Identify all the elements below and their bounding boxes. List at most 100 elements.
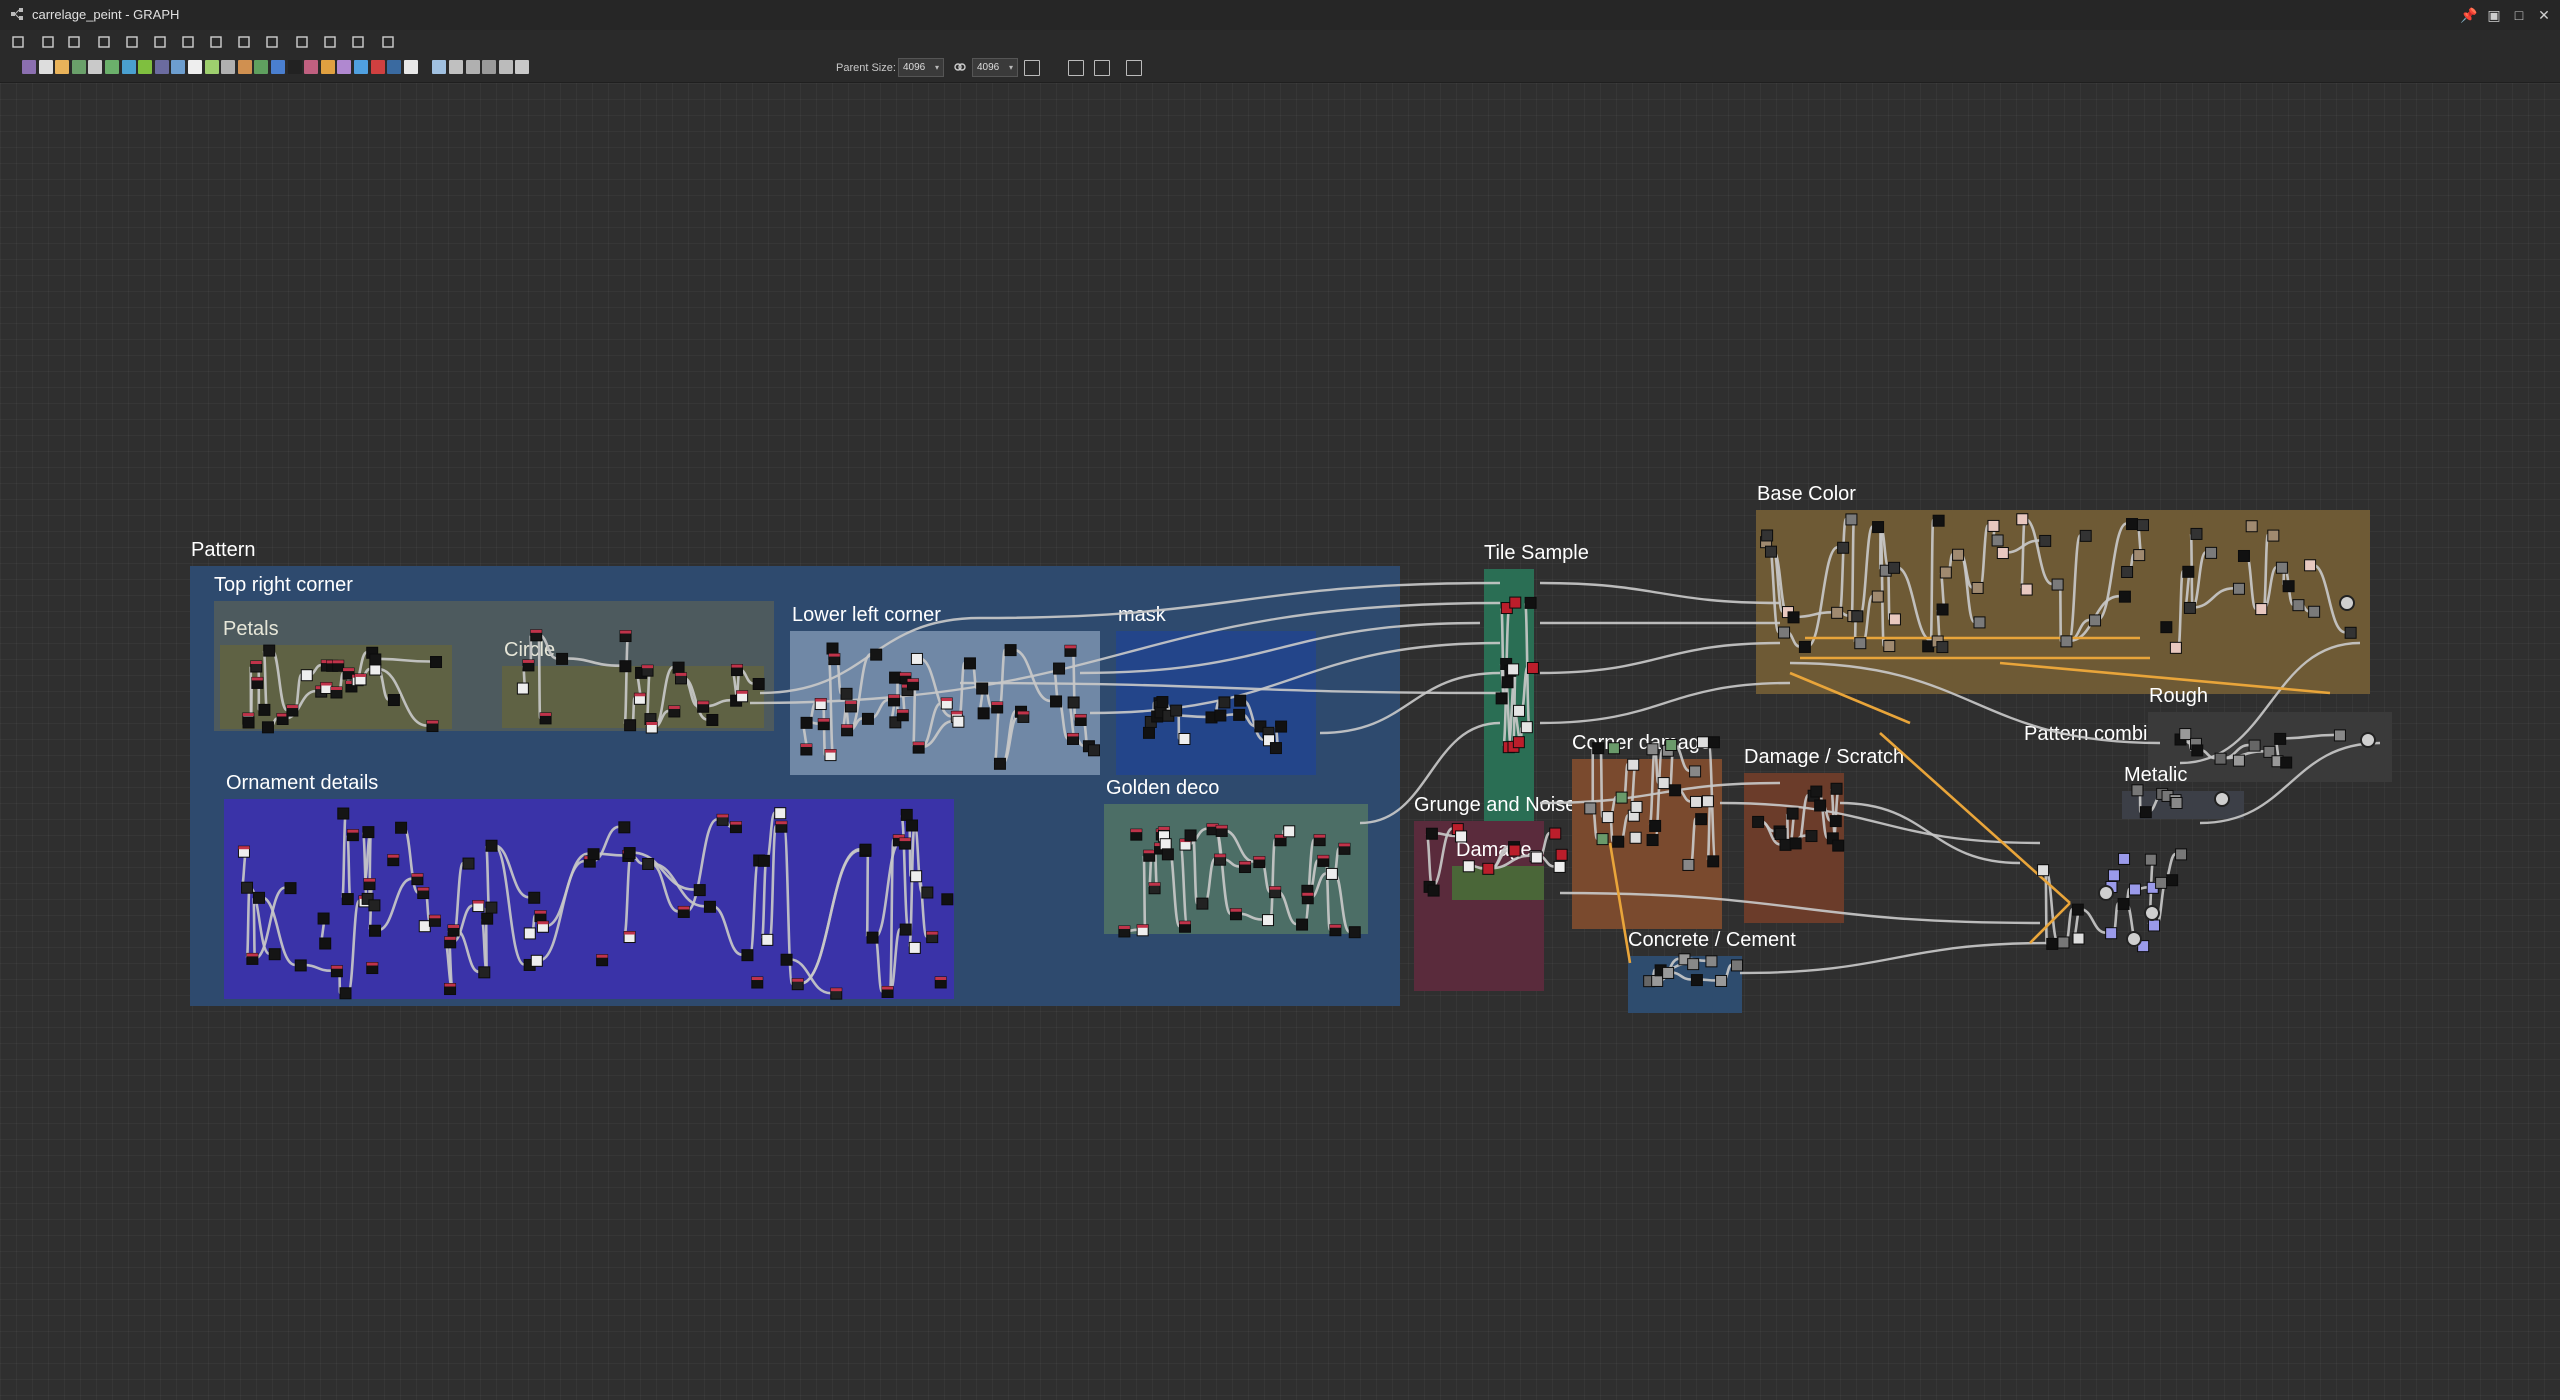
graph-node[interactable] [2280, 756, 2293, 769]
node-link[interactable] [1806, 545, 1839, 648]
node-link[interactable] [979, 581, 1501, 620]
graph-node[interactable] [430, 656, 443, 669]
graph-node[interactable] [2182, 565, 2195, 578]
graph-node[interactable] [2170, 796, 2183, 809]
node-link[interactable] [377, 657, 431, 663]
graph-node[interactable] [757, 854, 770, 867]
node-link[interactable] [1886, 568, 1891, 621]
graph-node[interactable] [2105, 927, 2118, 940]
graph-node[interactable] [363, 878, 376, 891]
node-link[interactable] [252, 896, 257, 960]
node-stack-icon[interactable] [1094, 60, 1110, 76]
graph-node[interactable] [840, 687, 853, 700]
graph-node[interactable] [2079, 529, 2092, 542]
graph-node[interactable] [1845, 513, 1858, 526]
graph-node[interactable] [1601, 811, 1614, 824]
graph-node[interactable] [889, 671, 902, 684]
graph-node[interactable] [1615, 791, 1628, 804]
graph-node[interactable] [888, 694, 901, 707]
node-link[interactable] [653, 665, 674, 729]
graph-node[interactable] [814, 698, 827, 711]
output-node-icon[interactable] [2339, 595, 2355, 611]
graph-node[interactable] [716, 813, 729, 826]
graph-node[interactable] [1665, 739, 1678, 752]
graph-node[interactable] [426, 720, 439, 733]
node-link[interactable] [1929, 518, 1935, 648]
image-icon[interactable] [350, 34, 366, 50]
bake-icon[interactable] [370, 60, 385, 74]
output-node-icon[interactable] [2126, 931, 2142, 947]
graph-node[interactable] [697, 700, 710, 713]
graph-node[interactable] [1329, 924, 1342, 937]
node-link[interactable] [2282, 733, 2335, 740]
graph-node[interactable] [2133, 549, 2146, 562]
graph-node[interactable] [977, 707, 990, 720]
node-link[interactable] [917, 874, 928, 938]
graph-node[interactable] [286, 704, 299, 717]
graph-node[interactable] [1888, 613, 1901, 626]
graph-node[interactable] [841, 724, 854, 737]
graph-node[interactable] [1646, 834, 1659, 847]
node-link[interactable] [2177, 570, 2185, 649]
graph-node[interactable] [1269, 742, 1282, 755]
grid-icon[interactable] [380, 34, 396, 50]
graph-node[interactable] [528, 891, 541, 904]
graph-node[interactable] [1425, 827, 1438, 840]
graph-node[interactable] [633, 692, 646, 705]
node-link[interactable] [998, 648, 1007, 709]
graph-node[interactable] [1612, 835, 1625, 848]
node-link[interactable] [2024, 517, 2053, 586]
graph-node[interactable] [332, 659, 345, 672]
graph-node[interactable] [800, 743, 813, 756]
graph-node[interactable] [369, 924, 382, 937]
sharpen-icon[interactable] [304, 60, 319, 74]
graph-node[interactable] [1662, 966, 1675, 979]
graph-node[interactable] [1657, 777, 1670, 790]
graph-node[interactable] [1936, 641, 1949, 654]
graph-node[interactable] [1313, 834, 1326, 847]
text-icon[interactable] [55, 60, 70, 74]
graph-node[interactable] [729, 821, 742, 834]
node-link[interactable] [262, 648, 269, 711]
graph-node[interactable] [1646, 743, 1659, 756]
parent-size-height-dropdown[interactable]: 4096 ▾ [972, 58, 1018, 77]
graph-node[interactable] [1952, 548, 1965, 561]
graph-node[interactable] [369, 653, 382, 666]
node-link[interactable] [1191, 833, 1199, 905]
node-link[interactable] [1648, 747, 1657, 827]
output-icon[interactable] [387, 60, 402, 74]
graph-node[interactable] [478, 966, 491, 979]
node-link[interactable] [537, 633, 542, 720]
graph-node[interactable] [1179, 920, 1192, 933]
graph-node[interactable] [2275, 561, 2288, 574]
graph-node[interactable] [1830, 782, 1843, 795]
graph-node[interactable] [1829, 815, 1842, 828]
graph-node[interactable] [2267, 529, 2280, 542]
graph-node[interactable] [1261, 914, 1274, 927]
graph-node[interactable] [1156, 696, 1169, 709]
node-link[interactable] [874, 841, 901, 939]
graph-node[interactable] [2107, 869, 2120, 882]
node-link[interactable] [1838, 517, 1848, 614]
graph-node[interactable] [268, 948, 281, 961]
graph-node[interactable] [2039, 534, 2052, 547]
selected-link[interactable] [1879, 732, 2071, 904]
graph-node[interactable] [908, 941, 921, 954]
graph-node[interactable] [1810, 785, 1823, 798]
graph-node[interactable] [418, 920, 431, 933]
refresh-icon[interactable] [294, 34, 310, 50]
graph-node[interactable] [1549, 827, 1562, 840]
graph-node[interactable] [1731, 959, 1744, 972]
graph-node[interactable] [485, 839, 498, 852]
graph-node[interactable] [1651, 974, 1664, 987]
graph-node[interactable] [1707, 736, 1720, 749]
graph-node[interactable] [2117, 897, 2130, 910]
node-link[interactable] [2058, 582, 2063, 643]
node-link[interactable] [346, 899, 361, 995]
graph-node[interactable] [258, 703, 271, 716]
graph-node[interactable] [2166, 874, 2179, 887]
graph-node[interactable] [1143, 849, 1156, 862]
graph-node[interactable] [1936, 603, 1949, 616]
graph-node[interactable] [752, 677, 765, 690]
graph-node[interactable] [675, 672, 688, 685]
